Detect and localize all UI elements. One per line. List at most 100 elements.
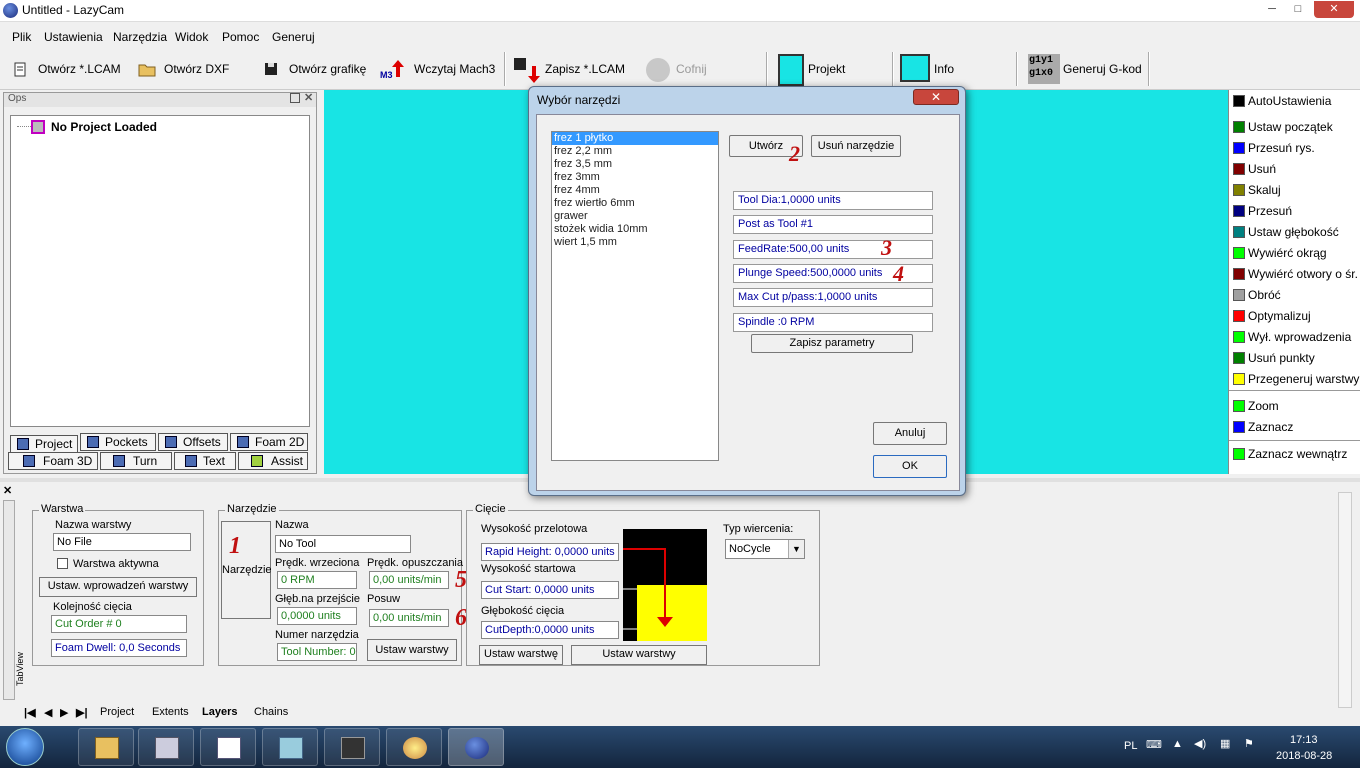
close-panel-icon[interactable]: ✕ [3, 484, 12, 497]
plunge-speed-field[interactable]: 0,00 units/min [369, 571, 449, 589]
layer-active-checkbox[interactable] [57, 558, 68, 569]
generate-gcode-button[interactable]: Generuj G-kod [1063, 62, 1142, 76]
depth-per-pass-field[interactable]: 0,0000 units [277, 607, 357, 625]
dialog-close-button[interactable]: ✕ [913, 89, 959, 105]
post-as-tool-field[interactable]: Post as Tool #1 [733, 215, 933, 234]
undo-button[interactable]: Cofnij [676, 62, 707, 76]
close-window-button[interactable]: ✕ [1314, 1, 1354, 18]
tree-root-label[interactable]: No Project Loaded [51, 120, 157, 134]
open-graphic-button[interactable]: Otwórz grafikę [289, 62, 366, 76]
project-tree[interactable]: No Project Loaded [10, 115, 310, 427]
pin-icon[interactable] [290, 93, 300, 103]
next-page-icon[interactable]: ▶ [60, 706, 68, 719]
vertical-scrollbar[interactable] [1338, 492, 1352, 708]
tool-list-item[interactable]: frez 2,2 mm [552, 145, 718, 158]
taskbar-paint[interactable] [262, 728, 318, 766]
side-tool-0[interactable]: AutoUstawienia [1233, 94, 1331, 108]
feed-field[interactable]: 0,00 units/min [369, 609, 449, 627]
taskbar-lazycam[interactable] [448, 728, 504, 766]
side-tool-3[interactable]: Usuń [1233, 162, 1276, 176]
foam-dwell-field[interactable]: Foam Dwell: 0,0 Seconds [51, 639, 187, 657]
menu-ustawienia[interactable]: Ustawienia [44, 30, 103, 44]
side-tool-2[interactable]: Przesuń rys. [1233, 141, 1315, 155]
tab-text[interactable]: Text [174, 452, 236, 470]
tool-list-item[interactable]: frez 3mm [552, 171, 718, 184]
start-button-icon[interactable] [6, 728, 44, 766]
menu-plik[interactable]: Plik [12, 30, 31, 44]
layer-name-field[interactable]: No File [53, 533, 191, 551]
set-leadins-button[interactable]: Ustaw. wprowadzeń warstwy [39, 577, 197, 597]
open-lcam-button[interactable]: Otwórz *.LCAM [38, 62, 121, 76]
cut-order-field[interactable]: Cut Order # 0 [51, 615, 187, 633]
tool-number-field[interactable]: Tool Number: 0 [277, 643, 357, 661]
tab-project[interactable]: Project [10, 435, 78, 453]
tool-name-field[interactable]: No Tool [275, 535, 411, 553]
cut-depth-field[interactable]: CutDepth:0,0000 units [481, 621, 619, 639]
menu-narzedzia[interactable]: Narzędzia [113, 30, 167, 44]
tab-chains[interactable]: Chains [254, 706, 288, 718]
side-tool-16[interactable]: Zaznacz wewnątrz [1233, 447, 1347, 461]
keyboard-icon[interactable]: ⌨ [1146, 738, 1162, 751]
delete-tool-button[interactable]: Usuń narzędzie [811, 135, 901, 157]
side-tool-14[interactable]: Zoom [1233, 399, 1279, 413]
clock-time[interactable]: 17:13 [1290, 734, 1318, 746]
tool-list-item[interactable]: stożek widia 10mm [552, 223, 718, 236]
minimize-button[interactable]: ─ [1258, 1, 1286, 18]
prev-page-icon[interactable]: ◀ [44, 706, 52, 719]
side-tool-7[interactable]: Wywiérć okrąg [1233, 246, 1327, 260]
info-button[interactable]: Info [934, 62, 954, 76]
side-tool-13[interactable]: Przegeneruj warstwy [1233, 372, 1359, 386]
side-tool-4[interactable]: Skaluj [1233, 183, 1281, 197]
tool-list-item[interactable]: frez 4mm [552, 184, 718, 197]
drill-type-select[interactable]: NoCycle ▼ [725, 539, 805, 559]
feedrate-field[interactable]: FeedRate:500,00 units [733, 240, 933, 259]
tool-list-item[interactable]: grawer [552, 210, 718, 223]
tab-layers[interactable]: Layers [202, 706, 237, 718]
tab-foam-3d[interactable]: Foam 3D [8, 452, 98, 470]
tab-assist[interactable]: Assist [238, 452, 308, 470]
side-tool-9[interactable]: Obróć [1233, 288, 1281, 302]
tray-expand-icon[interactable]: ▲ [1172, 738, 1183, 750]
tab-offsets[interactable]: Offsets [158, 433, 228, 451]
tab-project-bottom[interactable]: Project [100, 706, 134, 718]
load-mach3-button[interactable]: Wczytaj Mach3 [414, 62, 495, 76]
side-tool-10[interactable]: Optymalizuj [1233, 309, 1311, 323]
tab-foam-2d[interactable]: Foam 2D [230, 433, 308, 451]
rapid-height-field[interactable]: Rapid Height: 0,0000 units [481, 543, 619, 561]
tab-pockets[interactable]: Pockets [80, 433, 156, 451]
side-tool-12[interactable]: Usuń punkty [1233, 351, 1315, 365]
cut-start-field[interactable]: Cut Start: 0,0000 units [481, 581, 619, 599]
taskbar-calculator[interactable] [138, 728, 194, 766]
ok-button[interactable]: OK [873, 455, 947, 478]
tab-turn[interactable]: Turn [100, 452, 172, 470]
menu-widok[interactable]: Widok [175, 30, 208, 44]
side-tool-5[interactable]: Przesuń [1233, 204, 1292, 218]
action-center-icon[interactable]: ⚑ [1244, 737, 1254, 750]
side-tool-1[interactable]: Ustaw początek [1233, 120, 1333, 134]
open-dxf-button[interactable]: Otwórz DXF [164, 62, 229, 76]
side-tool-8[interactable]: Wywiérć otwory o śr. [1233, 267, 1358, 281]
network-icon[interactable]: ▦ [1220, 737, 1230, 750]
set-layers-button[interactable]: Ustaw warstwy [571, 645, 707, 665]
spindle-field[interactable]: Spindle :0 RPM [733, 313, 933, 332]
set-layers-button[interactable]: Ustaw warstwy [367, 639, 457, 661]
side-tool-6[interactable]: Ustaw głębokość [1233, 225, 1339, 239]
taskbar-notepad[interactable] [200, 728, 256, 766]
max-cut-per-pass-field[interactable]: Max Cut p/pass:1,0000 units [733, 288, 933, 307]
volume-icon[interactable]: ◀) [1194, 737, 1206, 750]
tool-list-item[interactable]: wiert 1,5 mm [552, 236, 718, 249]
clock-date[interactable]: 2018-08-28 [1276, 750, 1332, 762]
taskbar-mach3[interactable] [324, 728, 380, 766]
language-indicator[interactable]: PL [1124, 740, 1137, 752]
first-page-icon[interactable]: |◀ [24, 706, 36, 719]
cancel-button[interactable]: Anuluj [873, 422, 947, 445]
save-lcam-button[interactable]: Zapisz *.LCAM [545, 62, 625, 76]
close-panel-icon[interactable]: ✕ [304, 91, 313, 104]
menu-generuj[interactable]: Generuj [272, 30, 315, 44]
taskbar-explorer[interactable] [78, 728, 134, 766]
side-tool-15[interactable]: Zaznacz [1233, 420, 1293, 434]
tab-extents[interactable]: Extents [152, 706, 189, 718]
tool-list-item[interactable]: frez wiertło 6mm [552, 197, 718, 210]
tool-list[interactable]: frez 1 płytko frez 2,2 mm frez 3,5 mm frez … [551, 131, 719, 461]
taskbar-paint-palette[interactable] [386, 728, 442, 766]
